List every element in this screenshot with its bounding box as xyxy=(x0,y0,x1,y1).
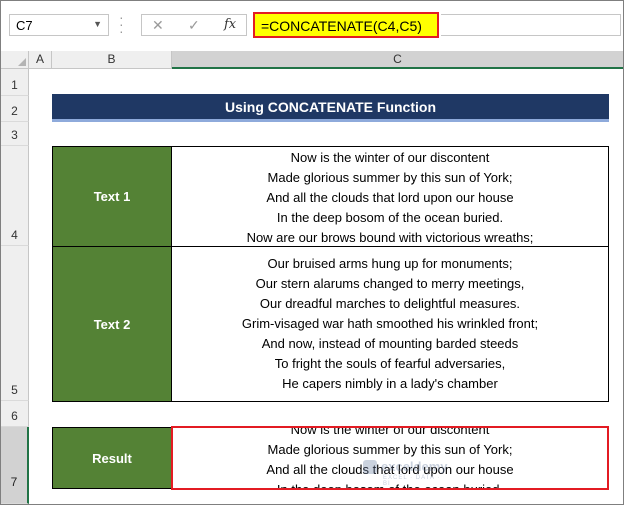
formula-text: =CONCATENATE(C4,C5) xyxy=(261,18,422,34)
text2-cell[interactable]: Our bruised arms hung up for monuments; … xyxy=(171,246,609,402)
result-line: Now is the winter of our discontent xyxy=(290,427,490,437)
select-all-triangle-icon xyxy=(18,58,26,66)
row-header-7[interactable]: 7 xyxy=(1,427,29,504)
row-number: 1 xyxy=(11,78,18,92)
watermark-name: exceldemy xyxy=(381,459,448,474)
row-header-1[interactable]: 1 xyxy=(1,69,29,96)
row-header-3[interactable]: 3 xyxy=(1,122,29,146)
text1-label-cell[interactable]: Text 1 xyxy=(52,146,172,247)
row-number: 3 xyxy=(11,128,18,142)
text1-label: Text 1 xyxy=(93,189,131,204)
watermark-subtitle: EXCEL · DATA · BI xyxy=(383,475,441,487)
result-line: Made glorious summer by this sun of York… xyxy=(267,442,513,457)
name-box[interactable]: C7 ▼ xyxy=(9,14,109,36)
text2-line: Our stern alarums changed to merry meeti… xyxy=(255,276,525,291)
formula-buttons: ✕ ✓ fx xyxy=(141,14,247,36)
title-banner: Using CONCATENATE Function xyxy=(52,94,609,122)
column-header-b[interactable]: B xyxy=(52,51,172,69)
row-header-5[interactable]: 5 xyxy=(1,246,29,401)
formula-input[interactable]: =CONCATENATE(C4,C5) xyxy=(253,12,439,38)
row-header-2[interactable]: 2 xyxy=(1,96,29,122)
text2-line: Our bruised arms hung up for monuments; xyxy=(267,256,513,271)
text2-label-cell[interactable]: Text 2 xyxy=(52,246,172,402)
row-number: 4 xyxy=(11,228,18,242)
excel-window: C7 ▼ · · · ✕ ✓ fx =CONCATENATE(C4,C5) A B … xyxy=(0,0,624,505)
select-all-corner[interactable] xyxy=(1,51,29,69)
enter-icon[interactable]: ✓ xyxy=(188,17,200,34)
text1-line: In the deep bosom of the ocean buried. xyxy=(276,210,504,225)
row-header-4[interactable]: 4 xyxy=(1,146,29,246)
chevron-down-icon[interactable]: ▼ xyxy=(93,19,102,29)
row-number: 2 xyxy=(11,104,18,118)
formula-bar: C7 ▼ · · · ✕ ✓ fx =CONCATENATE(C4,C5) xyxy=(1,1,623,48)
row-number: 6 xyxy=(11,409,18,423)
text2-line: Grim-visaged war hath smoothed his wrink… xyxy=(241,316,539,331)
text1-line: Now is the winter of our discontent xyxy=(290,150,490,165)
column-header-c[interactable]: C xyxy=(172,51,623,69)
text2-label: Text 2 xyxy=(93,316,131,332)
row-header-6[interactable]: 6 xyxy=(1,401,29,427)
text2-line: And now, instead of mounting barded stee… xyxy=(261,336,519,351)
insert-function-icon[interactable]: fx xyxy=(224,17,236,32)
cancel-icon[interactable]: ✕ xyxy=(152,17,164,34)
text2-line: To fright the souls of fearful adversari… xyxy=(274,356,506,371)
text1-cell[interactable]: Now is the winter of our discontent Made… xyxy=(171,146,609,247)
watermark-logo-icon xyxy=(363,460,377,474)
watermark: exceldemy EXCEL · DATA · BI xyxy=(363,459,448,489)
formula-input-extension[interactable] xyxy=(441,14,621,36)
text1-line: And all the clouds that lord upon our ho… xyxy=(266,190,514,205)
row-number: 5 xyxy=(11,383,18,397)
resize-handle-icon[interactable]: · · · xyxy=(119,10,125,38)
text1-line: Now are our brows bound with victorious … xyxy=(246,230,534,245)
text2-line: Our dreadful marches to delightful measu… xyxy=(259,296,521,311)
text1-line: Made glorious summer by this sun of York… xyxy=(267,170,513,185)
result-label: Result xyxy=(92,450,132,466)
result-label-cell[interactable]: Result xyxy=(52,427,172,489)
row-number: 7 xyxy=(10,475,18,489)
text2-line: He capers nimbly in a lady's chamber xyxy=(282,376,498,391)
column-header-a[interactable]: A xyxy=(29,51,52,69)
name-box-value: C7 xyxy=(16,18,33,33)
